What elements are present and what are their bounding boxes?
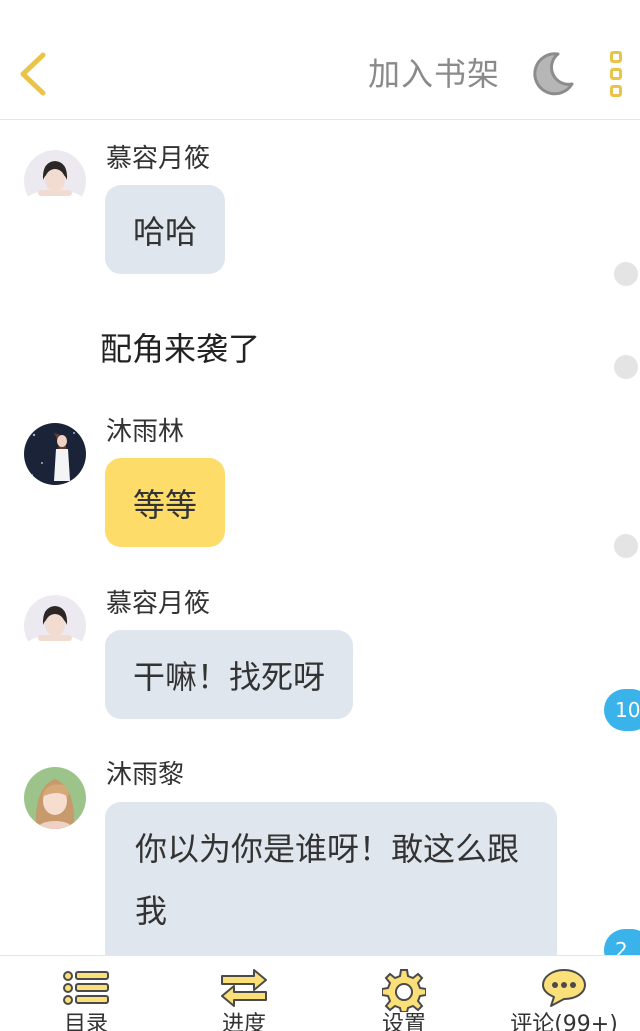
- speaker-name: 慕容月筱: [106, 589, 211, 619]
- more-vertical-icon[interactable]: [598, 48, 634, 100]
- top-bar: 加入书架: [0, 0, 640, 120]
- paragraph-comment-count[interactable]: 2: [604, 929, 640, 955]
- back-button[interactable]: [8, 46, 56, 102]
- avatar[interactable]: [24, 423, 86, 485]
- comment-bubble-icon: [542, 969, 586, 1007]
- avatar[interactable]: [24, 595, 86, 657]
- speaker-name: 沐雨黎: [106, 760, 185, 790]
- tab-progress[interactable]: 进度: [164, 956, 324, 1031]
- menu-dot: [610, 51, 622, 63]
- avatar[interactable]: [24, 767, 86, 829]
- night-mode-button[interactable]: [524, 48, 580, 100]
- message-bubble[interactable]: 哈哈: [105, 185, 226, 274]
- moon-icon: [533, 52, 574, 96]
- list-icon: [63, 971, 109, 1005]
- avatar[interactable]: [24, 150, 86, 212]
- tab-label: 设置: [381, 1012, 426, 1031]
- tab-settings[interactable]: 设置: [324, 956, 484, 1031]
- message-bubble[interactable]: 你以为你是谁呀！敢这么跟我 姐说话: [105, 802, 557, 955]
- speaker-name: 慕容月筱: [106, 144, 211, 174]
- gear-icon: [382, 969, 426, 1012]
- tab-label: 评论(99+): [510, 1012, 618, 1031]
- chevron-left-icon: [20, 52, 46, 96]
- tab-catalog[interactable]: 目录: [6, 956, 166, 1031]
- menu-dot: [610, 85, 622, 97]
- add-to-shelf-button[interactable]: 加入书架: [368, 52, 500, 96]
- message-text-line: 你以为你是谁呀！敢这么跟我: [135, 830, 520, 930]
- paragraph-comment-dot[interactable]: [614, 355, 638, 379]
- chat-area[interactable]: 慕容月筱 哈哈 配角来袭了 沐雨林 等等 慕容月筱 干嘛！找死呀 沐雨黎 你以为…: [0, 121, 640, 955]
- tab-label: 进度: [221, 1012, 266, 1031]
- menu-dot: [610, 68, 622, 80]
- tab-label: 目录: [63, 1012, 108, 1031]
- message-bubble[interactable]: 干嘛！找死呀: [105, 630, 354, 719]
- narration-text: 配角来袭了: [100, 330, 261, 368]
- paragraph-comment-dot[interactable]: [614, 262, 638, 286]
- paragraph-comment-dot[interactable]: [614, 534, 638, 558]
- tab-comments[interactable]: 评论(99+): [484, 956, 640, 1031]
- speaker-name: 沐雨林: [106, 417, 185, 447]
- message-text-line: 姐说话: [135, 942, 527, 955]
- paragraph-comment-count[interactable]: 10: [604, 689, 640, 731]
- message-bubble[interactable]: 等等: [105, 458, 226, 547]
- bottom-tab-bar: 目录 进度 设置 评论(99+): [0, 955, 640, 1031]
- swap-arrows-icon: [221, 969, 267, 1007]
